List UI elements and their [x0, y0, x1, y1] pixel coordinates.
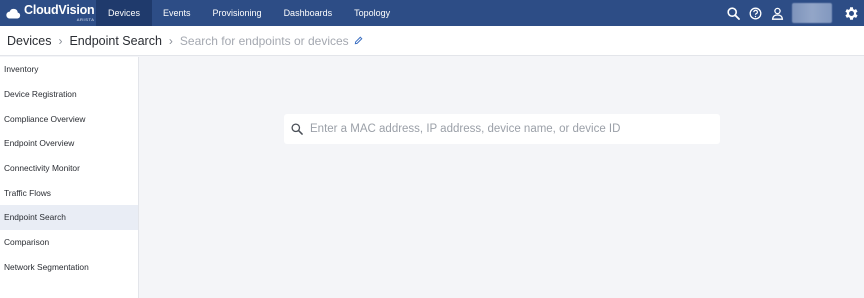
nav-dashboards[interactable]: Dashboards [273, 0, 344, 26]
chevron-right-icon: › [58, 33, 63, 48]
main-nav: Devices Events Provisioning Dashboards T… [96, 0, 401, 26]
cloudvision-logo[interactable]: CloudVision ARISTA [0, 0, 96, 26]
sidebar-item-traffic-flows[interactable]: Traffic Flows [0, 180, 138, 205]
top-icons [722, 0, 864, 26]
breadcrumb-devices[interactable]: Devices [7, 34, 51, 48]
settings-gear-icon[interactable] [838, 0, 864, 26]
sidebar-item-device-registration[interactable]: Device Registration [0, 82, 138, 107]
breadcrumb: Devices › Endpoint Search › Search for e… [0, 26, 864, 56]
sidebar-item-compliance-overview[interactable]: Compliance Overview [0, 106, 138, 131]
search-icon [291, 123, 303, 135]
sidebar: Inventory Device Registration Compliance… [0, 57, 139, 298]
sidebar-item-connectivity-monitor[interactable]: Connectivity Monitor [0, 156, 138, 181]
user-icon[interactable] [766, 0, 788, 26]
help-icon[interactable] [744, 0, 766, 26]
sidebar-item-network-segmentation[interactable]: Network Segmentation [0, 255, 138, 280]
breadcrumb-current: Endpoint Search [69, 33, 162, 48]
chevron-right-icon: › [168, 33, 173, 48]
sidebar-item-comparison[interactable]: Comparison [0, 230, 138, 255]
sidebar-item-endpoint-overview[interactable]: Endpoint Overview [0, 131, 138, 156]
main-content [140, 57, 864, 298]
top-navigation-bar: CloudVision ARISTA Devices Events Provis… [0, 0, 864, 26]
brand-name: CloudVision [24, 3, 95, 18]
breadcrumb-search-field[interactable]: Search for endpoints or devices [180, 34, 349, 48]
sidebar-item-endpoint-search[interactable]: Endpoint Search [0, 205, 138, 230]
pencil-edit-icon[interactable] [354, 36, 363, 45]
sidebar-item-inventory[interactable]: Inventory [0, 57, 138, 82]
brand-sub: ARISTA [76, 16, 95, 22]
nav-events[interactable]: Events [152, 0, 202, 26]
user-name-redacted[interactable] [792, 3, 832, 23]
nav-devices[interactable]: Devices [96, 0, 153, 26]
endpoint-search-box[interactable] [284, 114, 720, 144]
nav-topology[interactable]: Topology [343, 0, 401, 26]
endpoint-search-input[interactable] [310, 123, 710, 135]
nav-provisioning[interactable]: Provisioning [202, 0, 273, 26]
search-icon[interactable] [722, 0, 744, 26]
cloud-logo-icon [6, 8, 21, 18]
